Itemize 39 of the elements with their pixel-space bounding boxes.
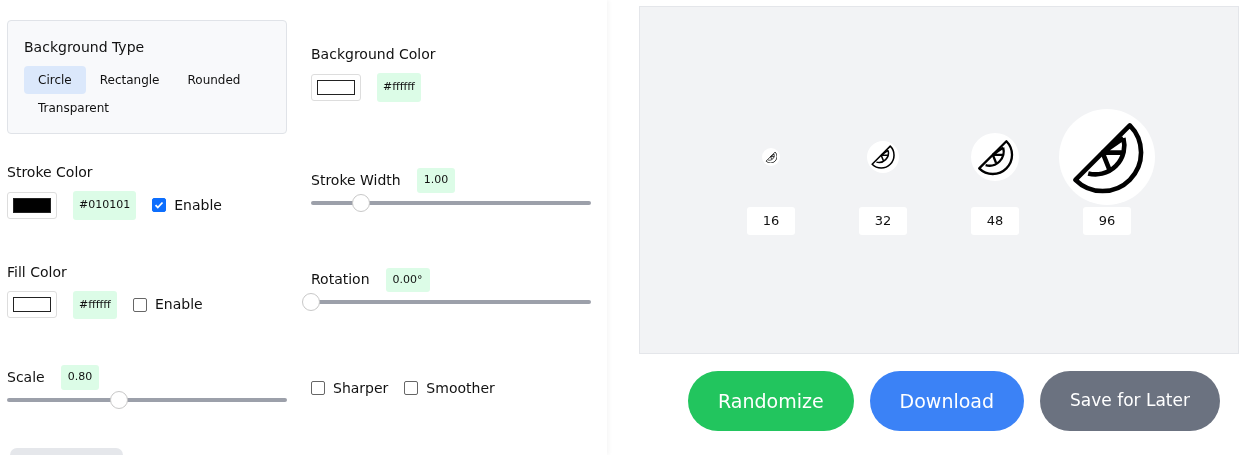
size-label: 16: [747, 207, 795, 235]
color-swatch[interactable]: [311, 73, 361, 101]
field-label: Background Color: [311, 45, 437, 64]
option-tab[interactable]: Transparent: [24, 94, 124, 122]
value-badge: 1.00: [416, 168, 456, 193]
lemon-slice-icon: [764, 150, 778, 164]
field-label: Background Type: [24, 38, 146, 57]
slider-thumb[interactable]: [302, 293, 320, 311]
field-label: Rotation: [311, 270, 370, 290]
value-badge: 0.00°: [385, 267, 430, 292]
checkbox[interactable]: [132, 297, 147, 312]
size-label: 96: [1083, 207, 1131, 235]
color-swatch[interactable]: [7, 191, 57, 219]
field-label: Stroke Color: [7, 163, 94, 182]
field-label: Stroke Width: [311, 170, 401, 190]
size-label: 48: [971, 207, 1019, 235]
slider-thumb[interactable]: [110, 390, 128, 409]
hex-value: #ffffff: [73, 290, 117, 319]
option-tab[interactable]: Rectangle: [85, 66, 174, 94]
action-button[interactable]: Save for Later: [1040, 371, 1220, 431]
checkbox-label: Smoother: [426, 378, 495, 398]
checkbox[interactable]: [152, 198, 167, 213]
check-icon: [154, 200, 165, 211]
checkbox-label: Enable: [154, 295, 203, 315]
field-label: Scale: [7, 367, 45, 387]
color-swatch[interactable]: [7, 291, 57, 319]
option-tab[interactable]: Rounded: [173, 66, 255, 94]
checkbox[interactable]: [404, 381, 419, 396]
option-tab[interactable]: Circle: [24, 66, 86, 94]
size-label: 32: [859, 207, 907, 235]
checkbox[interactable]: [311, 381, 325, 396]
hex-value: #ffffff: [377, 73, 421, 102]
hex-value: #010101: [73, 191, 137, 220]
field-label: Fill Color: [7, 262, 68, 282]
action-button[interactable]: Download: [869, 371, 1025, 431]
value-badge: 0.80: [60, 365, 100, 390]
checkbox-label: Sharper: [333, 378, 389, 398]
checkbox-label: Enable: [174, 195, 222, 215]
slider-thumb[interactable]: [352, 193, 371, 212]
